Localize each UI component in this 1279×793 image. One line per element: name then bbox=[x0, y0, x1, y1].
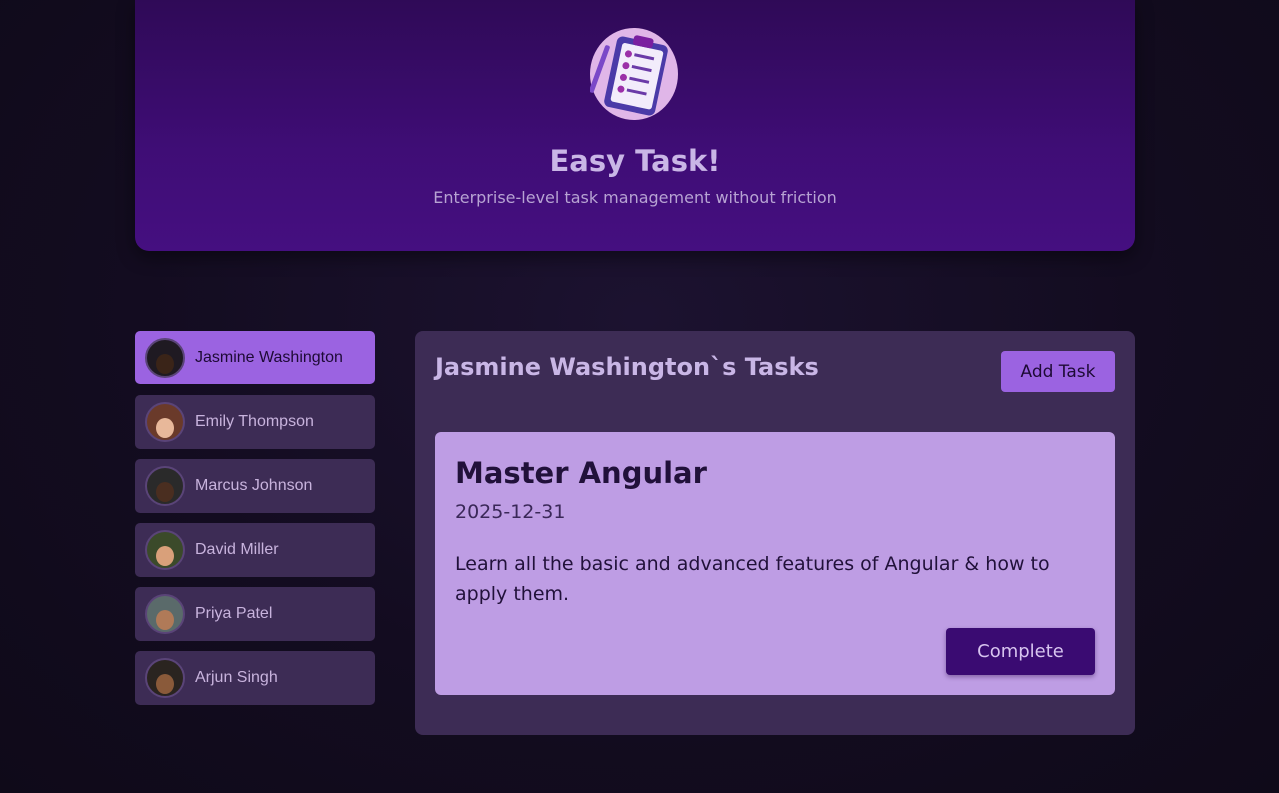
user-name: David Miller bbox=[195, 541, 279, 558]
task-title: Master Angular bbox=[455, 456, 707, 490]
add-task-button[interactable]: Add Task bbox=[1001, 351, 1115, 392]
complete-button[interactable]: Complete bbox=[946, 628, 1095, 675]
avatar bbox=[145, 530, 185, 570]
avatar bbox=[145, 594, 185, 634]
user-item[interactable]: Arjun Singh bbox=[135, 651, 375, 705]
avatar bbox=[145, 658, 185, 698]
user-name: Priya Patel bbox=[195, 605, 273, 622]
avatar bbox=[145, 466, 185, 506]
user-item[interactable]: Priya Patel bbox=[135, 587, 375, 641]
task-description: Learn all the basic and advanced feature… bbox=[455, 553, 1050, 605]
user-item[interactable]: Marcus Johnson bbox=[135, 459, 375, 513]
avatar bbox=[145, 402, 185, 442]
user-item[interactable]: David Miller bbox=[135, 523, 375, 577]
user-name: Arjun Singh bbox=[195, 669, 278, 686]
app-title: Easy Task! bbox=[549, 144, 721, 178]
clipboard-checklist-icon bbox=[589, 26, 682, 122]
user-item[interactable]: Jasmine Washington bbox=[135, 331, 375, 384]
app-header: Easy Task! Enterprise-level task managem… bbox=[135, 0, 1135, 251]
avatar bbox=[145, 337, 185, 378]
tasks-panel: Jasmine Washington`s Tasks Add Task Mast… bbox=[415, 331, 1135, 735]
user-name: Marcus Johnson bbox=[195, 477, 313, 494]
user-name: Emily Thompson bbox=[195, 413, 314, 430]
task-date: 2025-12-31 bbox=[455, 501, 566, 523]
task-card: Master Angular 2025-12-31 Learn all the … bbox=[435, 432, 1115, 695]
user-list: Jasmine Washington Emily Thompson Marcus J… bbox=[135, 331, 375, 715]
user-name: Jasmine Washington bbox=[195, 348, 343, 366]
user-item[interactable]: Emily Thompson bbox=[135, 395, 375, 449]
app-subtitle: Enterprise-level task management without… bbox=[433, 188, 837, 207]
tasks-title: Jasmine Washington`s Tasks bbox=[435, 353, 819, 381]
